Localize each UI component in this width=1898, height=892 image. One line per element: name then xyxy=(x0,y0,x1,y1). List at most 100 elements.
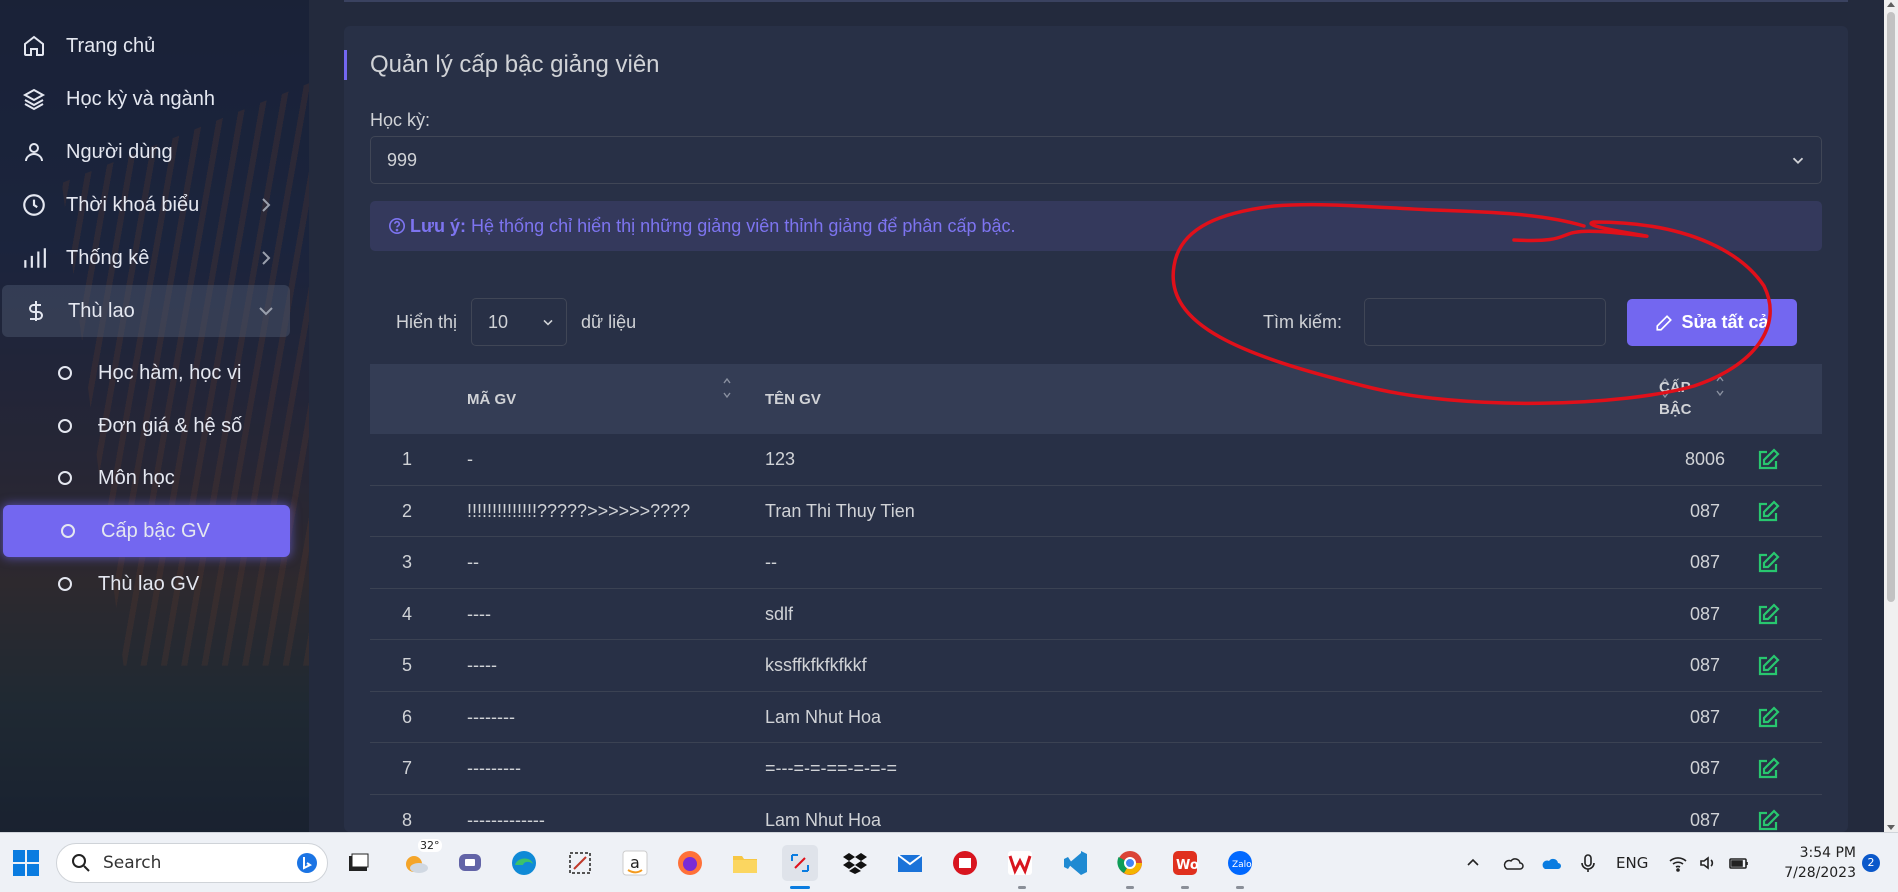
firefox-icon[interactable] xyxy=(672,845,708,881)
clock-date: 7/28/2023 xyxy=(1784,865,1856,881)
edit-row-icon[interactable] xyxy=(1756,448,1780,472)
circle-icon xyxy=(58,471,72,485)
row-index: 3 xyxy=(402,552,413,572)
amazon-icon[interactable]: a xyxy=(617,845,653,881)
red-app-icon[interactable] xyxy=(947,845,983,881)
show-label: Hiển thị xyxy=(396,311,458,332)
sidebar-item-label: Người dùng xyxy=(66,140,173,163)
mail-icon[interactable] xyxy=(892,845,928,881)
alert-strong: Lưu ý: xyxy=(410,216,467,236)
lecturer-rank-card: Quản lý cấp bậc giảng viên Học kỳ: 999 L… xyxy=(344,26,1848,846)
volume-icon[interactable] xyxy=(1698,854,1718,872)
wps-writer-icon[interactable] xyxy=(1002,845,1038,881)
sidebar-subitem-label: Đơn giá & hệ số xyxy=(98,414,243,437)
search-placeholder: Search xyxy=(103,853,162,873)
search-input[interactable] xyxy=(1364,298,1606,346)
windows-start-icon[interactable] xyxy=(8,845,44,881)
alert-text: Hệ thống chỉ hiển thị những giảng viên t… xyxy=(466,216,1016,236)
file-explorer-icon[interactable] xyxy=(727,845,763,881)
sidebar-subitem-lecturer-rank[interactable]: Cấp bậc GV xyxy=(3,505,290,557)
sidebar-item-users[interactable]: Người dùng xyxy=(0,130,290,174)
sidebar-subitem-subjects[interactable]: Môn học xyxy=(0,452,290,504)
sidebar-item-timetable[interactable]: Thời khoá biểu xyxy=(0,183,290,227)
semester-select[interactable]: 999 xyxy=(370,136,1822,184)
task-view-icon[interactable] xyxy=(340,845,376,881)
edit-all-button[interactable]: Sửa tất cả xyxy=(1627,299,1797,346)
chevron-up-icon[interactable] xyxy=(1464,854,1482,872)
edit-row-icon[interactable] xyxy=(1756,705,1780,730)
edit-all-label: Sửa tất cả xyxy=(1681,312,1769,332)
sidebar-item-remuneration[interactable]: Thù lao xyxy=(2,285,290,337)
edit-row-icon[interactable] xyxy=(1756,499,1780,524)
table-row: 6 -------- Lam Nhut Hoa 087 xyxy=(370,692,1822,743)
column-header-level[interactable]: CẤP BẬC xyxy=(1659,364,1692,434)
lecturer-name: -- xyxy=(765,552,777,572)
teams-chat-icon[interactable] xyxy=(452,845,488,881)
microphone-icon[interactable] xyxy=(1580,853,1596,873)
weather-temp: 32° xyxy=(418,839,442,852)
sidebar-subitem-unit-price[interactable]: Đơn giá & hệ số xyxy=(0,400,290,452)
battery-icon[interactable] xyxy=(1728,854,1750,872)
lecturer-rank-table: MÃ GV TÊN GV CẤP BẬC 1 - 123 8006 2!!!!!!!!!… xyxy=(370,364,1822,846)
chrome-icon[interactable] xyxy=(1112,845,1148,881)
semester-label: Học kỳ: xyxy=(370,110,431,130)
chevron-down-icon xyxy=(259,307,273,316)
lecturer-name: =---=-=-==-=-=-= xyxy=(765,758,898,778)
scroll-up-arrow-icon[interactable] xyxy=(1887,2,1895,7)
wifi-icon[interactable] xyxy=(1668,854,1688,872)
page-length-select[interactable]: 10 xyxy=(471,298,568,346)
circle-icon xyxy=(58,577,72,591)
edit-row-icon[interactable] xyxy=(1756,551,1780,575)
onedrive-icon[interactable] xyxy=(1502,854,1524,872)
edit-row-icon[interactable] xyxy=(1756,757,1780,781)
scroll-down-arrow-icon[interactable] xyxy=(1887,825,1895,830)
pencil-icon xyxy=(1656,314,1673,331)
vscode-icon[interactable] xyxy=(1057,845,1093,881)
dropbox-icon[interactable] xyxy=(837,845,873,881)
sidebar-item-home[interactable]: Trang chủ xyxy=(0,24,290,68)
snip-sketch-icon[interactable] xyxy=(782,845,818,881)
lecturer-code: ---- xyxy=(467,603,491,624)
clock-time: 3:54 PM xyxy=(1799,845,1856,861)
sidebar-subitem-academic-titles[interactable]: Học hàm, học vị xyxy=(0,347,290,399)
column-header-code[interactable]: MÃ GV xyxy=(467,364,516,434)
taskbar-clock[interactable]: 3:54 PM 7/28/2023 xyxy=(1776,843,1856,883)
lecturer-code: - xyxy=(467,449,473,469)
edge-browser-icon[interactable] xyxy=(506,845,542,881)
sidebar-subitem-lecturer-pay[interactable]: Thù lao GV xyxy=(0,558,290,610)
edit-row-icon[interactable] xyxy=(1756,654,1780,678)
dollar-icon xyxy=(22,297,50,325)
lecturer-code: !!!!!!!!!!!!!!?????>>>>>>???? xyxy=(467,500,691,521)
page-scrollbar[interactable] xyxy=(1884,0,1898,832)
notification-badge[interactable]: 2 xyxy=(1862,854,1880,872)
sort-icon[interactable] xyxy=(722,376,732,400)
sidebar-subitem-label: Thù lao GV xyxy=(98,572,200,595)
lecturer-code: --------- xyxy=(467,758,521,778)
chevron-down-icon xyxy=(1792,157,1804,164)
column-header-name[interactable]: TÊN GV xyxy=(765,364,821,434)
lecturer-level: 087 xyxy=(1689,603,1721,624)
lecturer-level: 8006 xyxy=(1684,449,1726,469)
header-divider xyxy=(344,0,1848,2)
page-length-value: 10 xyxy=(488,312,509,332)
weather-widget-icon[interactable]: 32° xyxy=(398,839,442,881)
edit-row-icon[interactable] xyxy=(1756,602,1780,627)
scrollbar-thumb[interactable] xyxy=(1887,12,1895,602)
sidebar-item-statistics[interactable]: Thống kê xyxy=(0,236,290,280)
row-index: 4 xyxy=(402,603,413,624)
help-circle-icon xyxy=(388,217,406,235)
svg-text:Zalo: Zalo xyxy=(1232,860,1252,870)
wps-office-icon[interactable]: Wo xyxy=(1167,845,1203,881)
lecturer-level: 087 xyxy=(1689,706,1721,727)
language-indicator[interactable]: ENG xyxy=(1616,854,1648,872)
table-body: 1 - 123 8006 2 !!!!!!!!!!!!!!?????>>>>>>???? T… xyxy=(370,434,1822,846)
taskbar-search-box[interactable]: Search xyxy=(56,843,328,883)
sort-icon[interactable] xyxy=(1715,374,1725,398)
lecturer-name: Lam Nhut Hoa xyxy=(765,706,882,727)
search-label: Tìm kiếm: xyxy=(1263,312,1342,332)
onedrive-sync-icon[interactable] xyxy=(1540,854,1562,872)
snipping-tool-icon[interactable] xyxy=(562,845,598,881)
sidebar-item-semesters[interactable]: Học kỳ và ngành xyxy=(0,77,290,121)
zalo-icon[interactable]: Zalo xyxy=(1222,845,1258,881)
edit-row-icon[interactable] xyxy=(1756,808,1780,833)
